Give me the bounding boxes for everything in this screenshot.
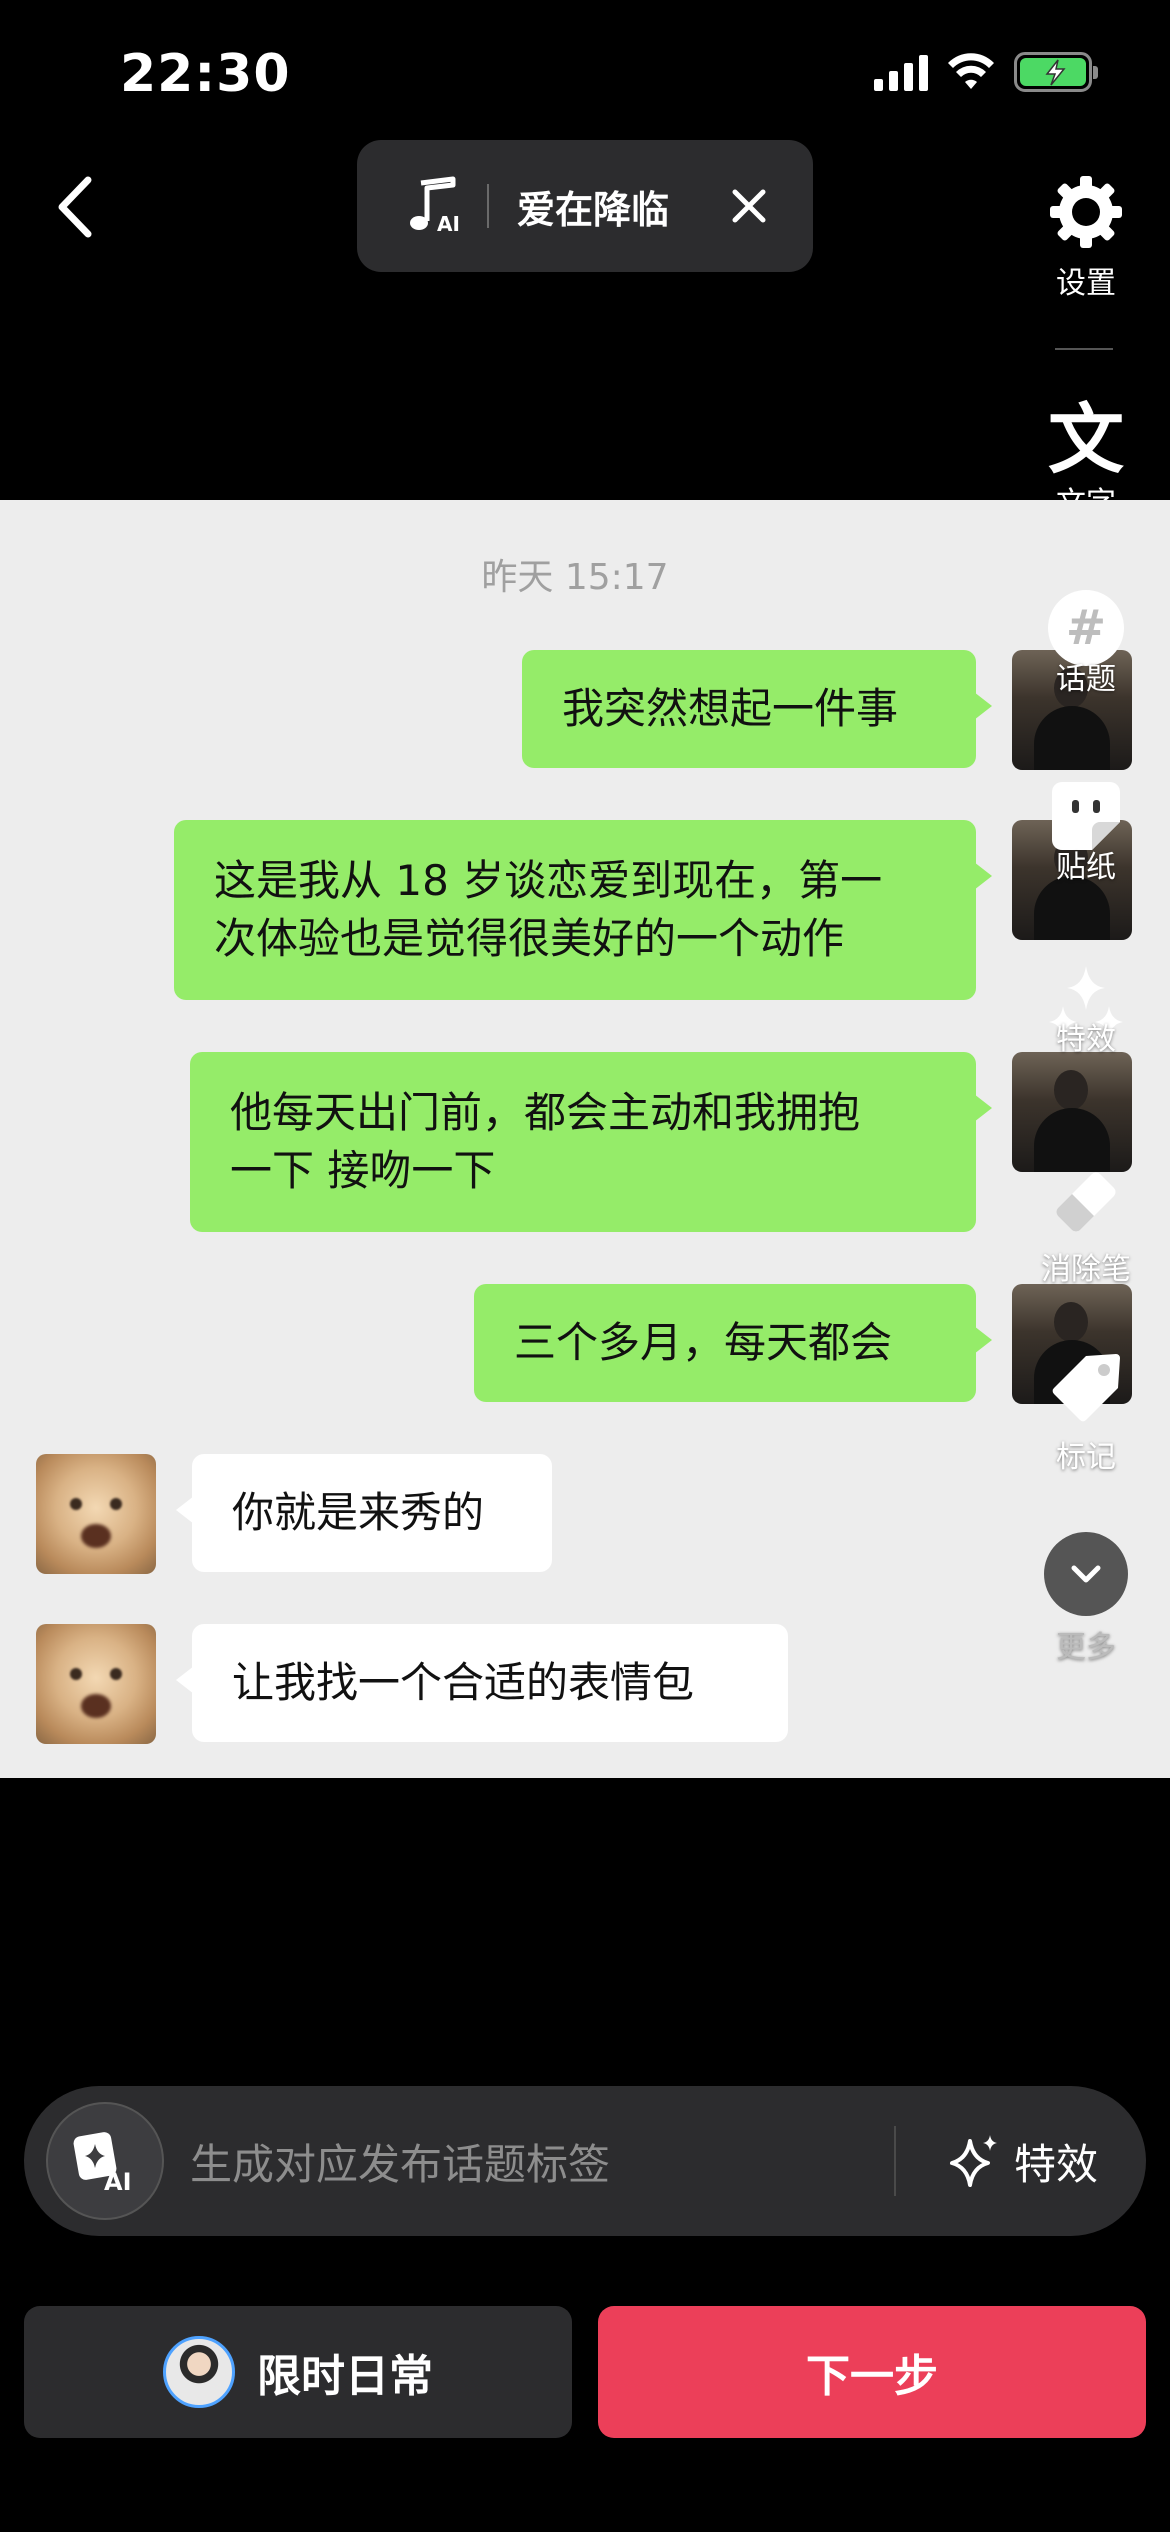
next-button[interactable]: 下一步 — [598, 2306, 1146, 2438]
message-bubble-outgoing: 三个多月，每天都会 — [474, 1284, 992, 1402]
tool-eraser[interactable]: 消除笔 — [1016, 1162, 1156, 1288]
message-bubble-outgoing: 他每天出门前，都会主动和我拥抱 一下 接吻一下 — [190, 1052, 992, 1232]
avatar-dog — [36, 1624, 156, 1744]
message-text-line: 次体验也是觉得很美好的一个动作 — [214, 914, 845, 963]
status-icons — [874, 52, 1098, 92]
toolbar-divider — [1055, 348, 1113, 350]
sparkles-icon — [949, 2135, 997, 2187]
battery-icon — [1014, 52, 1098, 92]
music-note-ai-icon: AI — [410, 176, 460, 236]
song-title[interactable]: 爱在降临 — [517, 179, 729, 234]
cellular-signal-icon — [874, 53, 928, 91]
eraser-icon — [1056, 1172, 1116, 1232]
message-text: 三个多月，每天都会 — [514, 1318, 893, 1367]
svg-text:AI: AI — [437, 212, 460, 236]
avatar-dog — [36, 1454, 156, 1574]
ai-bar-divider — [893, 2126, 896, 2196]
tool-more-label: 更多 — [1056, 1630, 1116, 1665]
avatar-me — [1012, 1052, 1132, 1172]
chat-screenshot: 昨天 15:17 我突然想起一件事 这是我从 18 岁谈恋爱到现在，第一 次体验… — [0, 500, 1170, 1778]
avatar — [163, 2336, 235, 2408]
text-wen-icon: 文 — [1048, 395, 1124, 484]
tool-settings-label: 设置 — [1056, 266, 1116, 301]
tool-eraser-label: 消除笔 — [1041, 1252, 1131, 1287]
tool-mark-label: 标记 — [1056, 1440, 1116, 1475]
tag-icon — [1052, 1354, 1120, 1422]
message-bubble-outgoing: 我突然想起一件事 — [522, 650, 992, 768]
message-text: 让我找一个合适的表情包 — [232, 1658, 695, 1707]
daily-button[interactable]: 限时日常 — [24, 2306, 572, 2438]
message-bubble-outgoing: 这是我从 18 岁谈恋爱到现在，第一 次体验也是觉得很美好的一个动作 — [174, 820, 992, 1000]
message-text: 我突然想起一件事 — [562, 684, 899, 733]
message-text-line: 他每天出门前，都会主动和我拥抱 — [230, 1088, 861, 1137]
music-pill-divider — [487, 184, 489, 228]
tool-topic-label: 话题 — [1056, 662, 1116, 697]
chevron-down-icon — [1044, 1532, 1128, 1616]
ai-sparkle-icon[interactable]: AI — [46, 2102, 164, 2220]
next-button-label: 下一步 — [806, 2351, 938, 2402]
effects-button-label: 特效 — [1013, 2139, 1098, 2189]
chat-timestamp: 昨天 15:17 — [481, 557, 669, 598]
tool-effects-label: 特效 — [1056, 1022, 1116, 1057]
ai-topic-bar[interactable]: AI 生成对应发布话题标签 特效 — [24, 2086, 1146, 2236]
status-time: 22:30 — [120, 44, 291, 104]
tool-more[interactable]: 更多 — [1016, 1532, 1156, 1666]
tool-effects[interactable]: 特效 — [1016, 962, 1156, 1058]
tool-sticker[interactable]: 贴纸 — [1016, 778, 1156, 886]
message-text-line: 这是我从 18 岁谈恋爱到现在，第一 — [214, 856, 883, 905]
svg-text:AI: AI — [104, 2168, 132, 2196]
music-selector[interactable]: AI 爱在降临 — [357, 140, 813, 272]
daily-button-label: 限时日常 — [257, 2351, 433, 2402]
message-bubble-incoming: 让我找一个合适的表情包 — [176, 1624, 788, 1742]
tool-topic[interactable]: # 话题 — [1016, 590, 1156, 698]
message-text: 你就是来秀的 — [232, 1488, 485, 1537]
tool-mark[interactable]: 标记 — [1016, 1346, 1156, 1476]
message-bubble-incoming: 你就是来秀的 — [176, 1454, 552, 1572]
gear-icon — [1050, 176, 1122, 248]
tool-sticker-label: 贴纸 — [1056, 850, 1116, 885]
tool-settings[interactable]: 设置 — [1016, 172, 1156, 302]
effects-button[interactable]: 特效 — [946, 2131, 1098, 2192]
back-chevron-icon[interactable] — [48, 172, 108, 242]
close-icon[interactable] — [729, 186, 769, 226]
message-text-line: 一下 接吻一下 — [230, 1146, 496, 1195]
wifi-icon — [948, 53, 994, 89]
topic-suggestion-input[interactable]: 生成对应发布话题标签 — [190, 2131, 894, 2192]
